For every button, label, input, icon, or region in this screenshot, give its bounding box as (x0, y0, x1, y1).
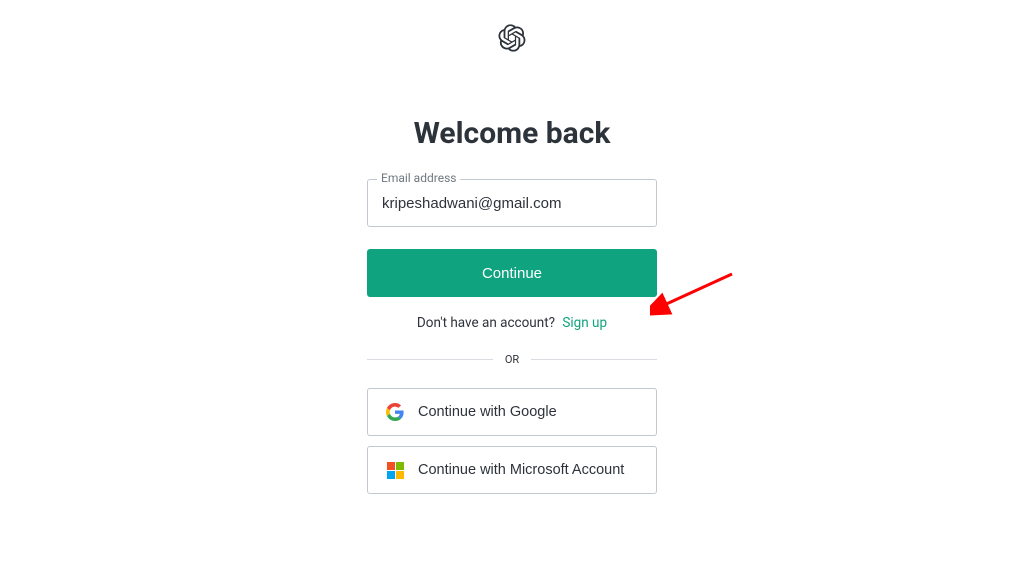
page-title: Welcome back (414, 116, 611, 151)
or-divider: OR (367, 353, 657, 366)
signup-link[interactable]: Sign up (562, 315, 607, 331)
signup-prompt-text: Don't have an account? (417, 315, 555, 331)
google-button-label: Continue with Google (418, 404, 557, 420)
divider-text: OR (493, 353, 531, 366)
email-field[interactable] (367, 179, 657, 227)
microsoft-icon (386, 461, 404, 479)
continue-with-microsoft-button[interactable]: Continue with Microsoft Account (367, 446, 657, 494)
continue-button[interactable]: Continue (367, 249, 657, 297)
google-icon (386, 403, 404, 421)
openai-logo-icon (498, 24, 526, 56)
continue-with-google-button[interactable]: Continue with Google (367, 388, 657, 436)
divider-line-left (367, 359, 493, 360)
microsoft-button-label: Continue with Microsoft Account (418, 462, 624, 478)
signup-prompt-row: Don't have an account? Sign up (367, 315, 657, 331)
email-input-group: Email address (367, 179, 657, 227)
divider-line-right (531, 359, 657, 360)
email-label: Email address (377, 171, 460, 185)
